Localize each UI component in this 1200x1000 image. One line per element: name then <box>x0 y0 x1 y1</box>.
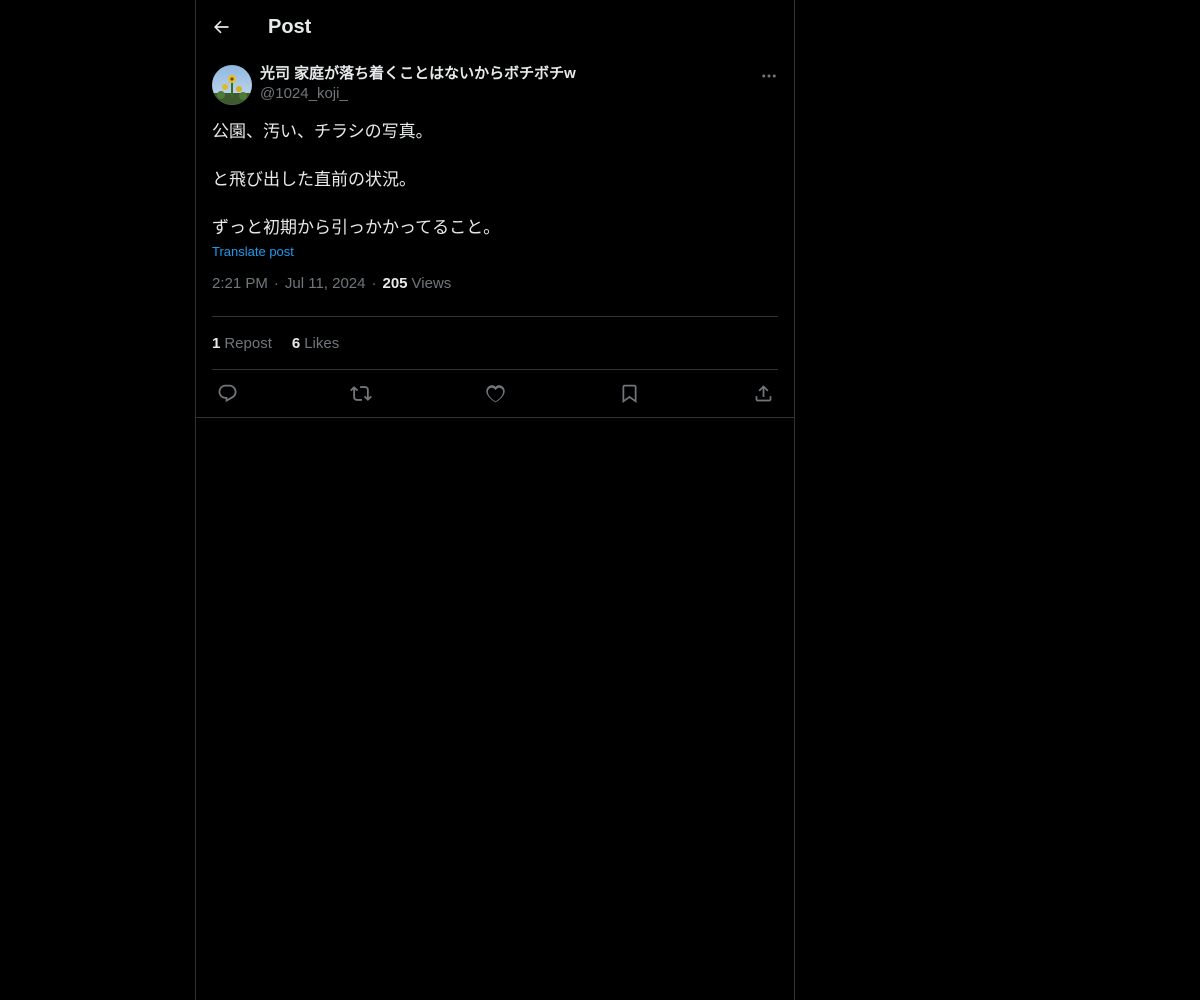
action-bar <box>212 370 778 417</box>
reposts-count: 1 <box>212 334 221 352</box>
arrow-left-icon <box>214 20 229 34</box>
display-name[interactable]: 光司 家庭が落ち着くことはないからボチボチw <box>260 64 754 84</box>
post-text: 公園、汚い、チラシの写真。 と飛び出した直前の状況。 ずっと初期から引っかかって… <box>212 120 778 240</box>
post-date[interactable]: Jul 11, 2024 <box>285 275 366 292</box>
bookmark-button[interactable] <box>618 383 640 405</box>
post-text-line: 公園、汚い、チラシの写真。 <box>212 122 433 141</box>
likes-label: Likes <box>304 334 340 352</box>
reposts-stat[interactable]: 1 Repost <box>212 335 272 352</box>
post-time[interactable]: 2:21 PM <box>212 275 268 292</box>
repost-button[interactable] <box>350 383 372 405</box>
page-title: Post <box>268 15 312 38</box>
reply-icon <box>218 384 237 403</box>
author-names: 光司 家庭が落ち着くことはないからボチボチw @1024_koji_ <box>260 64 754 104</box>
post: 光司 家庭が落ち着くことはないからボチボチw @1024_koji_ 公園、汚い… <box>196 54 794 418</box>
repost-icon <box>350 386 372 401</box>
post-text-line <box>212 192 778 216</box>
separator-dot: · <box>273 275 279 292</box>
post-text-line <box>212 144 778 168</box>
post-text-line: ずっと初期から引っかかってること。 <box>212 218 501 237</box>
views-count: 205 <box>382 275 408 292</box>
likes-count: 6 <box>291 334 301 352</box>
reposts-label: Repost <box>224 334 272 352</box>
post-header: 光司 家庭が落ち着くことはないからボチボチw @1024_koji_ <box>212 64 778 108</box>
bookmark-icon <box>622 384 636 404</box>
post-text-line: と飛び出した直前の状況。 <box>212 170 416 189</box>
translate-post-link[interactable]: Translate post <box>212 244 778 259</box>
back-button[interactable] <box>204 10 238 44</box>
more-options-button[interactable] <box>754 64 784 88</box>
avatar[interactable] <box>212 65 252 105</box>
like-button[interactable] <box>484 383 506 405</box>
heart-icon <box>485 385 505 403</box>
post-meta: 2:21 PM · Jul 11, 2024 · 205 Views <box>212 273 778 317</box>
likes-stat[interactable]: 6 Likes <box>292 335 339 352</box>
engagement-stats: 1 Repost 6 Likes <box>212 317 778 370</box>
more-horizontal-icon <box>762 74 776 78</box>
share-icon <box>755 385 771 402</box>
main-column: Post 光司 家庭が落ち着くことはないからボチボチw @1024_koji_ … <box>195 0 795 1000</box>
user-handle[interactable]: @1024_koji_ <box>260 84 754 104</box>
separator-dot: · <box>371 275 377 292</box>
post-bottom-divider <box>196 417 794 418</box>
top-bar: Post <box>196 0 794 54</box>
share-button[interactable] <box>752 383 774 405</box>
reply-button[interactable] <box>216 383 238 405</box>
views-label: Views <box>411 275 452 292</box>
